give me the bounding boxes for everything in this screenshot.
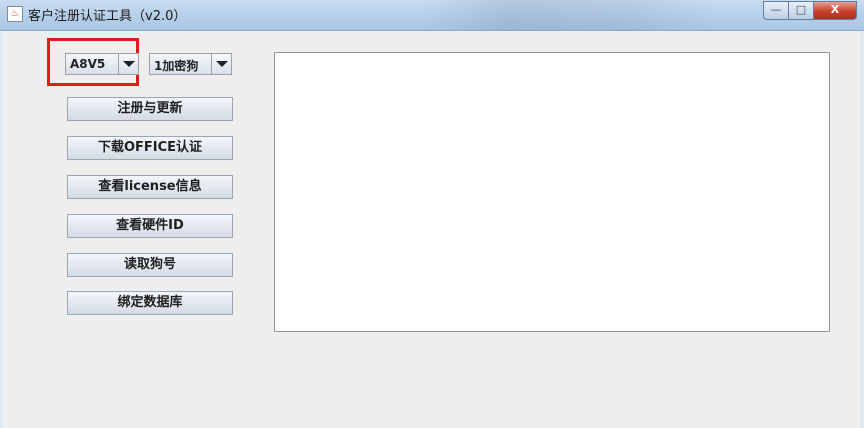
- output-text-area[interactable]: [274, 52, 830, 332]
- main-panel: A8V5 1加密狗 注册与更新 下载OFFICE认证 查看license信息 查…: [2, 31, 860, 428]
- java-app-icon: ♨: [7, 6, 23, 22]
- chevron-down-icon[interactable]: [118, 54, 138, 74]
- window-controls: — □ X: [763, 1, 857, 21]
- chevron-down-icon[interactable]: [211, 54, 231, 74]
- title-bar-background: [420, 0, 720, 30]
- close-button[interactable]: X: [814, 1, 857, 20]
- download-office-cert-button[interactable]: 下载OFFICE认证: [67, 136, 233, 160]
- window-title: 客户注册认证工具（v2.0）: [28, 9, 187, 24]
- register-update-button[interactable]: 注册与更新: [67, 97, 233, 121]
- title-bar[interactable]: ♨ 客户注册认证工具（v2.0） — □ X: [0, 0, 864, 31]
- view-license-button[interactable]: 查看license信息: [67, 175, 233, 199]
- dongle-select-value: 1加密狗: [154, 59, 199, 73]
- maximize-button[interactable]: □: [789, 1, 814, 20]
- dongle-select[interactable]: 1加密狗: [149, 53, 232, 75]
- version-select[interactable]: A8V5: [65, 53, 139, 75]
- bind-database-button[interactable]: 绑定数据库: [67, 291, 233, 315]
- version-select-value: A8V5: [70, 57, 106, 71]
- view-hardware-id-button[interactable]: 查看硬件ID: [67, 214, 233, 238]
- minimize-button[interactable]: —: [763, 1, 789, 20]
- read-dongle-number-button[interactable]: 读取狗号: [67, 253, 233, 277]
